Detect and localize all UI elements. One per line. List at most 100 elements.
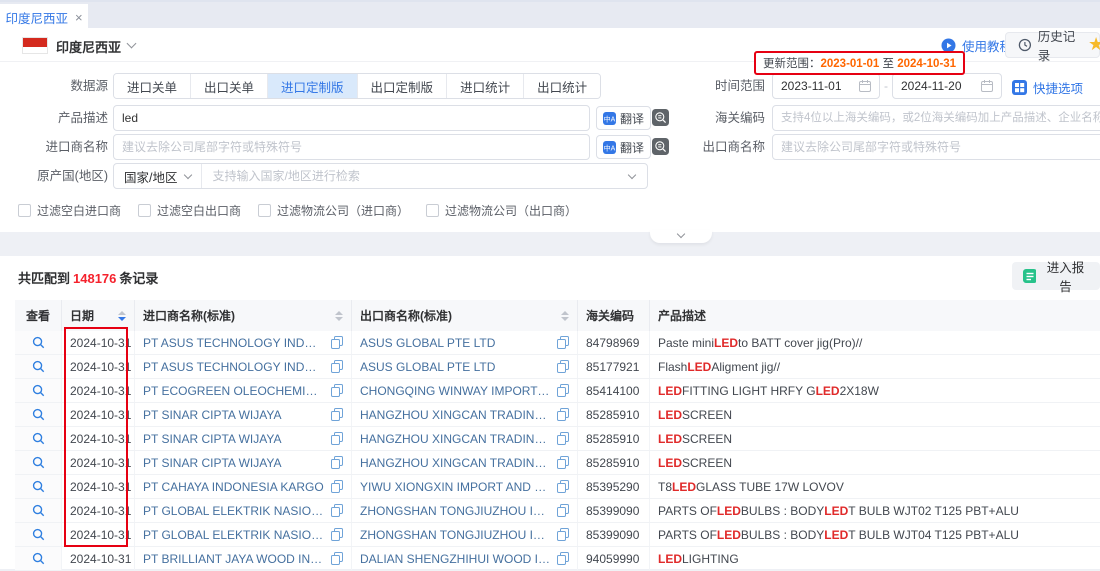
view-record-icon[interactable]: [32, 408, 45, 421]
checkbox-icon[interactable]: [258, 204, 271, 217]
copy-icon[interactable]: [557, 408, 569, 421]
checkbox-icon[interactable]: [138, 204, 151, 217]
importer-name[interactable]: PT GLOBAL ELEKTRIK NASIONAL: [143, 528, 325, 542]
product-desc-cell: Flash LED Aligment jig//: [650, 355, 1100, 378]
chevron-down-icon[interactable]: [628, 170, 636, 178]
copy-icon[interactable]: [331, 432, 343, 445]
report-button-label: 进入报告: [1042, 257, 1089, 295]
origin-type-select[interactable]: 国家/地区: [114, 164, 202, 188]
product-desc-label: 产品描述: [0, 105, 108, 131]
copy-icon[interactable]: [331, 384, 343, 397]
importer-name[interactable]: PT CAHAYA INDONESIA KARGO: [143, 480, 325, 494]
copy-icon[interactable]: [331, 360, 343, 373]
view-record-icon[interactable]: [32, 504, 45, 517]
table-row: 2024-10-31PT SINAR CIPTA WIJAYAHANGZHOU …: [15, 451, 1100, 475]
exporter-name[interactable]: ASUS GLOBAL PTE LTD: [360, 360, 551, 374]
time-range-label: 时间范围: [640, 73, 765, 99]
exporter-name[interactable]: HANGZHOU XINGCAN TRADING CO LTD: [360, 432, 551, 446]
importer-cell: PT BRILLIANT JAYA WOOD INDUSTRY: [135, 547, 352, 570]
hs-code-cell: 85414100: [578, 379, 650, 402]
tab-indonesia[interactable]: 印度尼西亚 ×: [0, 4, 88, 30]
sort-icon-importer[interactable]: [329, 311, 343, 321]
exporter-name[interactable]: HANGZHOU XINGCAN TRADING CO LTD: [360, 456, 551, 470]
exporter-cell: ZHONGSHAN TONGJIUZHOU INTERNA...: [352, 499, 578, 522]
favorite-star-icon[interactable]: ★: [1088, 34, 1100, 55]
importer-name[interactable]: PT SINAR CIPTA WIJAYA: [143, 456, 325, 470]
collapse-filters-button[interactable]: [650, 230, 712, 243]
exporter-name[interactable]: HANGZHOU XINGCAN TRADING CO LTD: [360, 408, 551, 422]
importer-name[interactable]: PT ASUS TECHNOLOGY INDONESIA BA...: [143, 336, 325, 350]
origin-search-input[interactable]: [202, 169, 629, 183]
sort-icon-exporter[interactable]: [555, 311, 569, 321]
filter-checkbox[interactable]: 过滤物流公司（出口商）: [426, 202, 577, 219]
view-record-icon[interactable]: [32, 432, 45, 445]
importer-input[interactable]: [113, 134, 590, 160]
exporter-name[interactable]: ZHONGSHAN TONGJIUZHOU INTERNA...: [360, 504, 551, 518]
view-record-icon[interactable]: [32, 456, 45, 469]
importer-name[interactable]: PT BRILLIANT JAYA WOOD INDUSTRY: [143, 552, 325, 566]
checkbox-icon[interactable]: [18, 204, 31, 217]
copy-icon[interactable]: [331, 528, 343, 541]
view-record-icon[interactable]: [32, 480, 45, 493]
country-name[interactable]: 印度尼西亚: [56, 37, 121, 56]
sort-icon-date[interactable]: [112, 311, 126, 321]
exporter-name[interactable]: CHONGQING WINWAY IMPORT AND E...: [360, 384, 551, 398]
checkbox-label: 过滤空白进口商: [37, 202, 121, 219]
date-start-input[interactable]: 2023-11-01: [772, 73, 880, 99]
history-button[interactable]: 历史记录: [1005, 32, 1100, 58]
copy-icon[interactable]: [557, 528, 569, 541]
data-source-option[interactable]: 出口关单: [191, 74, 268, 98]
filter-checkbox[interactable]: 过滤物流公司（进口商）: [258, 202, 409, 219]
filter-checkbox[interactable]: 过滤空白进口商: [18, 202, 121, 219]
copy-icon[interactable]: [557, 384, 569, 397]
copy-icon[interactable]: [557, 504, 569, 517]
calendar-icon: [981, 80, 993, 92]
date-end-value: 2024-11-20: [901, 79, 962, 93]
view-record-icon[interactable]: [32, 528, 45, 541]
copy-icon[interactable]: [331, 456, 343, 469]
view-record-icon[interactable]: [32, 552, 45, 565]
checkbox-icon[interactable]: [426, 204, 439, 217]
view-record-icon[interactable]: [32, 360, 45, 373]
product-desc-input[interactable]: [113, 105, 590, 131]
importer-name[interactable]: PT ECOGREEN OLEOCHEMICALS: [143, 384, 325, 398]
importer-cell: PT SINAR CIPTA WIJAYA: [135, 451, 352, 474]
hs-code-input[interactable]: [772, 105, 1100, 131]
exporter-name[interactable]: ZHONGSHAN TONGJIUZHOU INTERNA...: [360, 528, 551, 542]
copy-icon[interactable]: [331, 480, 343, 493]
exporter-name[interactable]: YIWU XIONGXIN IMPORT AND EXPORT...: [360, 480, 551, 494]
chevron-down-icon[interactable]: [127, 39, 137, 49]
importer-name[interactable]: PT SINAR CIPTA WIJAYA: [143, 408, 325, 422]
copy-icon[interactable]: [331, 336, 343, 349]
copy-icon[interactable]: [557, 552, 569, 565]
quick-options-button[interactable]: 快捷选项: [1012, 78, 1083, 97]
copy-icon[interactable]: [331, 552, 343, 565]
importer-name[interactable]: PT GLOBAL ELEKTRIK NASIONAL: [143, 504, 325, 518]
exporter-name[interactable]: DALIAN SHENGZHIHUI WOOD INDUST...: [360, 552, 551, 566]
exporter-name[interactable]: ASUS GLOBAL PTE LTD: [360, 336, 551, 350]
view-record-icon[interactable]: [32, 384, 45, 397]
data-source-option[interactable]: 进口关单: [114, 74, 191, 98]
importer-name[interactable]: PT SINAR CIPTA WIJAYA: [143, 432, 325, 446]
importer-name[interactable]: PT ASUS TECHNOLOGY INDONESIA BA...: [143, 360, 325, 374]
copy-icon[interactable]: [331, 504, 343, 517]
exporter-input[interactable]: [772, 134, 1100, 160]
date-end-input[interactable]: 2024-11-20: [892, 73, 1002, 99]
copy-icon[interactable]: [557, 456, 569, 469]
enter-report-button[interactable]: 进入报告: [1012, 262, 1100, 290]
product-desc-cell: T8 LED GLASS TUBE 17W LOVOV: [650, 475, 1100, 498]
hs-code-cell: 85285910: [578, 403, 650, 426]
data-source-option[interactable]: 进口定制版: [268, 74, 358, 98]
data-source-option[interactable]: 进口统计: [447, 74, 524, 98]
tab-close-icon[interactable]: ×: [75, 10, 83, 25]
copy-icon[interactable]: [557, 336, 569, 349]
copy-icon[interactable]: [557, 360, 569, 373]
copy-icon[interactable]: [331, 408, 343, 421]
importer-cell: PT ECOGREEN OLEOCHEMICALS: [135, 379, 352, 402]
copy-icon[interactable]: [557, 432, 569, 445]
view-record-icon[interactable]: [32, 336, 45, 349]
data-source-option[interactable]: 出口定制版: [358, 74, 448, 98]
data-source-option[interactable]: 出口统计: [524, 74, 600, 98]
filter-checkbox[interactable]: 过滤空白出口商: [138, 202, 241, 219]
copy-icon[interactable]: [557, 480, 569, 493]
